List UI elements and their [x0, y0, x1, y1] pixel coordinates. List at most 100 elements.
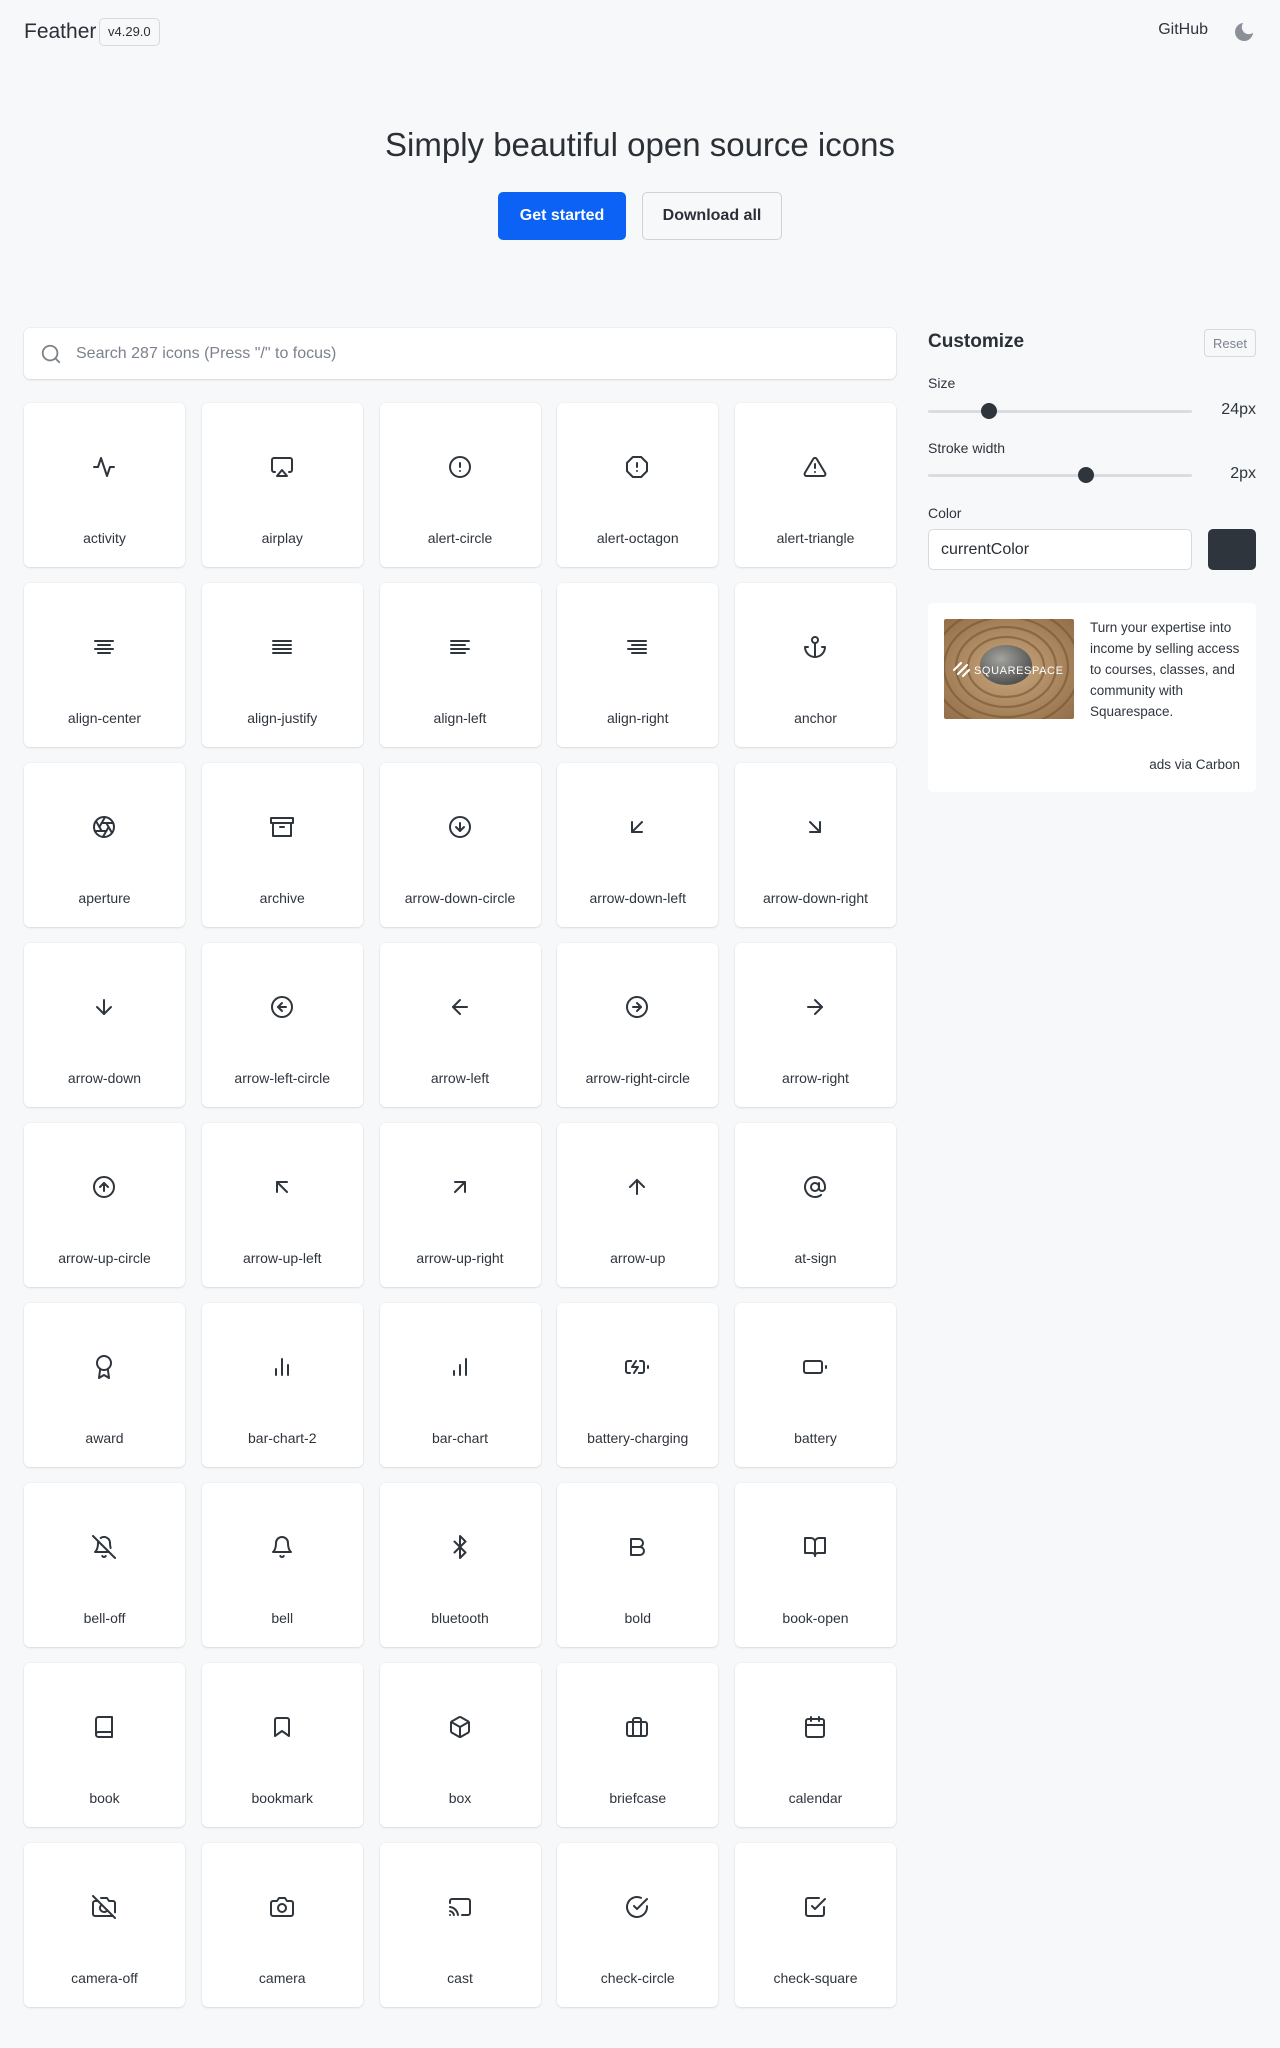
icon-card-camera-off[interactable]: camera-off	[24, 1843, 185, 2007]
icon-card-arrow-down-left[interactable]: arrow-down-left	[557, 763, 719, 927]
color-input[interactable]	[928, 529, 1192, 570]
icon-card-activity[interactable]: activity	[24, 403, 185, 567]
size-slider-thumb[interactable]	[980, 403, 997, 419]
align-left-icon	[448, 635, 472, 659]
bookmark-icon	[270, 1715, 294, 1739]
size-slider[interactable]	[928, 403, 1192, 419]
arrow-right-icon	[803, 995, 827, 1019]
icon-card-bar-chart-2[interactable]: bar-chart-2	[201, 1303, 363, 1467]
icon-label: arrow-up-circle	[58, 1250, 151, 1266]
search-input[interactable]	[76, 328, 876, 379]
color-swatch[interactable]	[1208, 529, 1256, 570]
icon-card-check-circle[interactable]: check-circle	[557, 1843, 719, 2007]
arrow-down-left-icon	[625, 815, 649, 839]
ads-via-carbon-link[interactable]: ads via Carbon	[1149, 757, 1240, 772]
battery-charging-icon	[625, 1355, 650, 1379]
icon-label: bell-off	[83, 1610, 126, 1626]
icon-card-alert-triangle[interactable]: alert-triangle	[735, 403, 896, 567]
icon-card-box[interactable]: box	[379, 1663, 541, 1827]
align-center-icon	[92, 635, 116, 659]
icon-label: arrow-right-circle	[585, 1070, 690, 1086]
stroke-width-slider[interactable]	[928, 467, 1192, 483]
icon-card-arrow-up-right[interactable]: arrow-up-right	[379, 1123, 541, 1287]
icon-card-arrow-up-circle[interactable]: arrow-up-circle	[24, 1123, 185, 1287]
icon-card-arrow-right[interactable]: arrow-right	[735, 943, 896, 1107]
icon-card-anchor[interactable]: anchor	[735, 583, 896, 747]
moon-icon[interactable]	[1232, 20, 1256, 44]
icon-card-at-sign[interactable]: at-sign	[735, 1123, 896, 1287]
icon-label: check-square	[773, 1970, 858, 1986]
version-badge[interactable]: v4.29.0	[99, 18, 160, 46]
search-box[interactable]	[24, 328, 896, 379]
size-slider-track	[928, 410, 1192, 413]
bell-icon	[270, 1535, 294, 1559]
icon-card-arrow-down-circle[interactable]: arrow-down-circle	[379, 763, 541, 927]
cast-icon	[448, 1895, 472, 1919]
icon-card-check-square[interactable]: check-square	[735, 1843, 896, 2007]
size-label: Size	[928, 375, 956, 391]
icon-card-battery-charging[interactable]: battery-charging	[557, 1303, 719, 1467]
bell-off-icon	[92, 1535, 116, 1559]
icon-grid: activity airplay alert-circle alert-octagon…	[24, 403, 896, 2007]
ad-text[interactable]: Turn your expertise into income by selli…	[1090, 617, 1242, 722]
ad-image[interactable]: SQUARESPACE	[944, 619, 1074, 719]
icon-card-award[interactable]: award	[24, 1303, 185, 1467]
icon-card-arrow-left[interactable]: arrow-left	[379, 943, 541, 1107]
icon-card-book-open[interactable]: book-open	[735, 1483, 896, 1647]
hero-title: Simply beautiful open source icons	[385, 126, 895, 163]
github-link[interactable]: GitHub	[1158, 21, 1208, 39]
icon-card-alert-octagon[interactable]: alert-octagon	[557, 403, 719, 567]
anchor-icon	[803, 635, 827, 659]
icon-card-bookmark[interactable]: bookmark	[201, 1663, 363, 1827]
customize-title: Customize	[928, 331, 1025, 352]
icon-label: arrow-down-right	[762, 890, 869, 906]
icon-label: align-center	[67, 710, 142, 726]
icon-card-camera[interactable]: camera	[201, 1843, 363, 2007]
icon-card-bar-chart[interactable]: bar-chart	[379, 1303, 541, 1467]
stroke-slider-thumb[interactable]	[1078, 467, 1095, 483]
icon-card-alert-circle[interactable]: alert-circle	[379, 403, 541, 567]
carbon-ad[interactable]: SQUARESPACE Turn your expertise into inc…	[928, 603, 1256, 792]
icon-card-arrow-down[interactable]: arrow-down	[24, 943, 185, 1107]
box-icon	[448, 1715, 472, 1739]
arrow-right-circle-icon	[625, 995, 649, 1019]
icon-card-arrow-up[interactable]: arrow-up	[557, 1123, 719, 1287]
icon-card-aperture[interactable]: aperture	[24, 763, 185, 927]
icon-card-battery[interactable]: battery	[735, 1303, 896, 1467]
icon-label: bookmark	[251, 1790, 313, 1806]
icon-label: arrow-up-right	[416, 1250, 504, 1266]
alert-octagon-icon	[625, 455, 649, 479]
brand-name[interactable]: Feather	[24, 20, 96, 44]
reset-button[interactable]: Reset	[1204, 329, 1256, 357]
alert-circle-icon	[448, 455, 472, 479]
arrow-up-right-icon	[448, 1175, 472, 1199]
icon-label: calendar	[788, 1790, 843, 1806]
icon-label: align-left	[433, 710, 487, 726]
icon-card-bell-off[interactable]: bell-off	[24, 1483, 185, 1647]
icon-card-align-right[interactable]: align-right	[557, 583, 719, 747]
check-square-icon	[803, 1895, 827, 1919]
icon-card-arrow-left-circle[interactable]: arrow-left-circle	[201, 943, 363, 1107]
icon-card-align-left[interactable]: align-left	[379, 583, 541, 747]
icon-card-align-justify[interactable]: align-justify	[201, 583, 363, 747]
stroke-width-label: Stroke width	[928, 440, 1006, 456]
icon-card-book[interactable]: book	[24, 1663, 185, 1827]
icon-card-airplay[interactable]: airplay	[201, 403, 363, 567]
icon-card-align-center[interactable]: align-center	[24, 583, 185, 747]
arrow-up-icon	[625, 1175, 649, 1199]
icon-card-cast[interactable]: cast	[379, 1843, 541, 2007]
award-icon	[92, 1355, 116, 1379]
get-started-button[interactable]: Get started	[498, 192, 626, 240]
icon-card-archive[interactable]: archive	[201, 763, 363, 927]
icon-card-arrow-up-left[interactable]: arrow-up-left	[201, 1123, 363, 1287]
icon-card-calendar[interactable]: calendar	[735, 1663, 896, 1827]
arrow-left-circle-icon	[270, 995, 294, 1019]
ad-brand-mark: SQUARESPACE	[974, 665, 1064, 677]
icon-card-briefcase[interactable]: briefcase	[557, 1663, 719, 1827]
download-all-button[interactable]: Download all	[642, 192, 782, 240]
icon-card-bold[interactable]: bold	[557, 1483, 719, 1647]
icon-card-bell[interactable]: bell	[201, 1483, 363, 1647]
icon-card-bluetooth[interactable]: bluetooth	[379, 1483, 541, 1647]
icon-card-arrow-right-circle[interactable]: arrow-right-circle	[557, 943, 719, 1107]
icon-card-arrow-down-right[interactable]: arrow-down-right	[735, 763, 896, 927]
